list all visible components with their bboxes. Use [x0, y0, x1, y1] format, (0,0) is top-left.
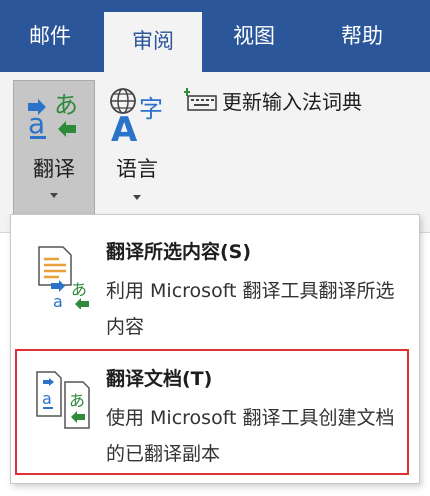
language-button-label: 语言 — [116, 157, 158, 181]
menu-item-title: 翻译所选内容(S) — [106, 241, 252, 263]
menu-item-description: 利用 Microsoft 翻译工具翻译所选内容 — [106, 280, 395, 338]
ribbon-tab-bar: 邮件 审阅 视图 帮助 — [0, 0, 430, 72]
update-ime-dictionary-button[interactable]: 更新输入法词典 — [182, 82, 418, 118]
translate-dropdown-menu: a あ 翻译所选内容(S) 利用 Microsoft 翻译工具翻译所选内容 a … — [10, 214, 420, 484]
chevron-down-icon — [133, 195, 141, 200]
chevron-down-icon — [50, 193, 58, 198]
menu-item-translate-selection[interactable]: a あ 翻译所选内容(S) 利用 Microsoft 翻译工具翻译所选内容 — [11, 225, 419, 351]
keyboard-icon — [184, 88, 217, 111]
tab-view[interactable]: 视图 — [206, 0, 302, 72]
language-button[interactable]: A 字 语言 — [100, 82, 174, 214]
tab-help[interactable]: 帮助 — [306, 0, 418, 72]
menu-item-translate-document[interactable]: a あ 翻译文档(T) 使用 Microsoft 翻译工具创建文档的已翻译副本 — [11, 349, 419, 476]
translate-button[interactable]: a あ 翻译 — [13, 80, 95, 218]
svg-text:a: a — [28, 107, 45, 140]
menu-item-title: 翻译文档(T) — [106, 368, 213, 390]
language-icon: A 字 — [110, 88, 163, 143]
svg-text:あ: あ — [71, 280, 87, 299]
translate-document-icon: a あ — [36, 371, 90, 429]
menu-item-description: 使用 Microsoft 翻译工具创建文档的已翻译副本 — [106, 407, 395, 465]
svg-text:a: a — [42, 389, 52, 408]
translate-button-label: 翻译 — [33, 157, 75, 181]
translate-icon: a あ — [28, 91, 78, 140]
tab-mailings[interactable]: 邮件 — [0, 0, 100, 72]
update-ime-dictionary-label: 更新输入法词典 — [222, 90, 362, 114]
svg-text:A: A — [111, 110, 138, 143]
svg-text:あ: あ — [69, 391, 85, 410]
svg-text:字: 字 — [139, 95, 163, 123]
svg-text:a: a — [53, 292, 63, 309]
svg-text:あ: あ — [54, 91, 78, 119]
translate-selection-icon: a あ — [38, 246, 89, 309]
tab-review[interactable]: 审阅 — [104, 12, 202, 72]
